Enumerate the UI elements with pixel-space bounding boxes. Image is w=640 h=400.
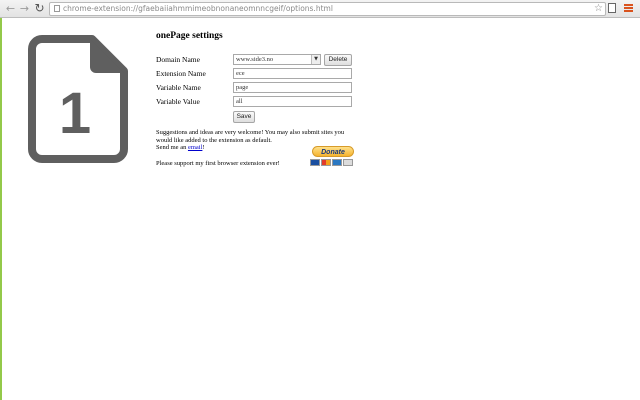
card-icon-2 [321, 159, 331, 166]
save-button[interactable]: Save [233, 111, 255, 123]
left-accent-rule [0, 18, 2, 400]
browser-toolbar: ← → ↻ chrome-extension://gfaebaiiahmmime… [0, 0, 640, 18]
delete-button[interactable]: Delete [324, 54, 352, 66]
page-title: onePage settings [156, 31, 223, 41]
variable-name-input[interactable] [233, 82, 352, 93]
logo-digit: 1 [59, 81, 91, 146]
donate-widget[interactable]: Donate [309, 146, 357, 170]
donate-button[interactable]: Donate [312, 146, 354, 157]
card-icon-3 [332, 159, 342, 166]
forward-icon[interactable]: → [18, 2, 31, 15]
variable-value-label: Variable Value [156, 97, 200, 106]
back-icon[interactable]: ← [4, 2, 17, 15]
send-prefix: Send me an [156, 144, 188, 151]
onepage-logo-icon: 1 [28, 35, 128, 163]
card-icon-1 [310, 159, 320, 166]
reload-icon[interactable]: ↻ [33, 2, 46, 15]
domain-select-value: www.side3.no [236, 56, 274, 63]
extension-icon[interactable] [608, 3, 616, 13]
support-text: Please support my first browser extensio… [156, 160, 280, 167]
chevron-down-icon[interactable]: ▼ [311, 55, 320, 64]
send-suffix: ! [202, 144, 205, 151]
variable-value-input[interactable] [233, 96, 352, 107]
extension-name-input[interactable] [233, 68, 352, 79]
domain-label: Domain Name [156, 55, 200, 64]
suggestions-text: Suggestions and ideas are very welcome! … [156, 129, 345, 144]
page-icon [54, 5, 60, 12]
variable-name-label: Variable Name [156, 83, 201, 92]
address-url: chrome-extension://gfaebaiiahmmimeobnona… [63, 4, 333, 13]
address-bar[interactable]: chrome-extension://gfaebaiiahmmimeobnona… [49, 2, 606, 16]
extension-label: Extension Name [156, 69, 206, 78]
domain-select[interactable]: www.side3.no ▼ [233, 54, 321, 65]
email-link[interactable]: email [188, 144, 202, 151]
bookmark-star-icon[interactable]: ☆ [594, 3, 603, 15]
menu-icon[interactable] [624, 4, 633, 12]
card-icon-4 [343, 159, 353, 166]
